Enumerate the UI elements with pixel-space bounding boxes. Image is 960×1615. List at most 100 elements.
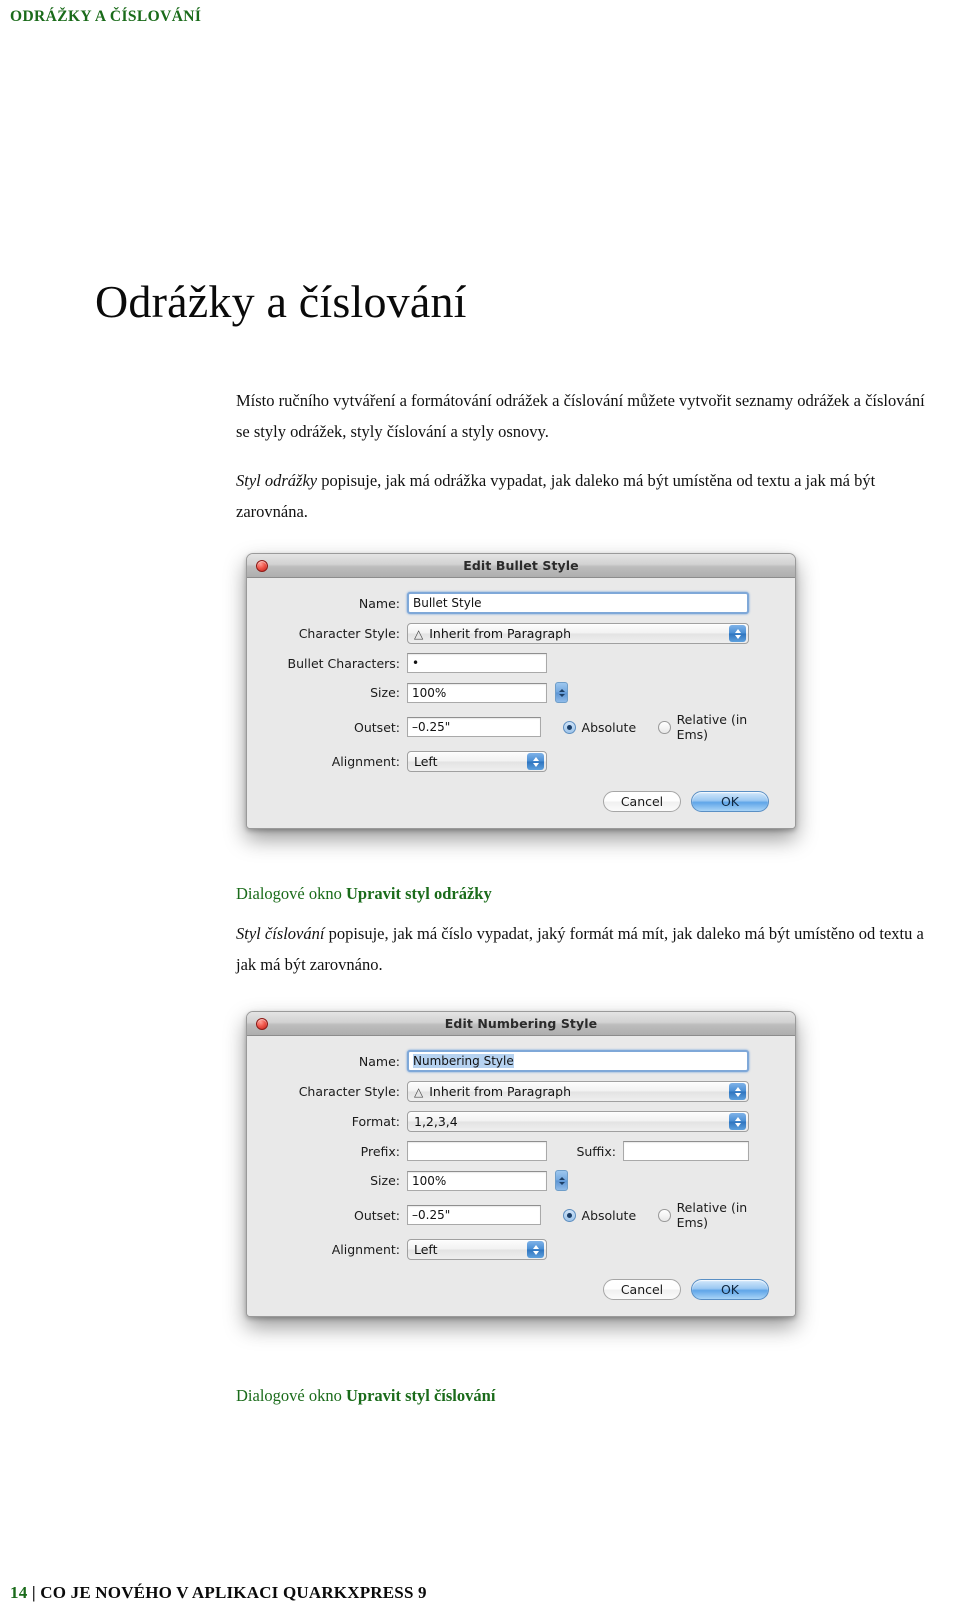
- edit-numbering-style-dialog[interactable]: Edit Numbering Style Name: Numbering Sty…: [246, 1011, 796, 1317]
- footer-page-number: 14: [10, 1583, 28, 1602]
- caption-bullet-prefix: Dialogové okno: [236, 884, 346, 903]
- alignment-row: Alignment: Left: [257, 751, 777, 772]
- edit-bullet-style-dialog[interactable]: Edit Bullet Style Name: Bullet Style Cha…: [246, 553, 796, 829]
- close-window-icon[interactable]: [256, 560, 268, 572]
- footer-separator: |: [31, 1583, 36, 1602]
- prefix-input[interactable]: [407, 1141, 547, 1161]
- alignment-value: Left: [414, 1242, 438, 1257]
- bullet-characters-value: •: [412, 656, 420, 670]
- cancel-button[interactable]: Cancel: [603, 1279, 681, 1300]
- size-label: Size:: [370, 685, 400, 700]
- ok-button[interactable]: OK: [691, 1279, 769, 1300]
- format-row: Format: 1,2,3,4: [257, 1111, 777, 1132]
- name-input[interactable]: Numbering Style: [407, 1050, 749, 1072]
- relative-radio-option[interactable]: Relative (in Ems): [658, 712, 777, 742]
- outset-input[interactable]: –0.25": [407, 1205, 541, 1225]
- absolute-radio-option[interactable]: Absolute: [562, 1207, 637, 1223]
- close-window-icon[interactable]: [256, 1018, 268, 1030]
- body-content: Místo ručního vytváření a formátování od…: [236, 385, 936, 545]
- size-input[interactable]: 100%: [407, 682, 547, 703]
- relative-radio-label: Relative (in Ems): [676, 1200, 748, 1230]
- size-row: Size: 100%: [257, 1170, 777, 1191]
- relative-radio-label: Relative (in Ems): [676, 712, 748, 742]
- name-label: Name:: [358, 1053, 400, 1069]
- ok-button[interactable]: OK: [691, 791, 769, 812]
- outset-row: Outset: –0.25" Absolute Relative (in Ems…: [257, 1200, 777, 1230]
- outset-label: Outset:: [354, 1207, 400, 1223]
- character-style-label: Character Style:: [298, 1084, 400, 1099]
- chevron-updown-icon[interactable]: [729, 1083, 746, 1100]
- paragraph-intro-line1: Místo ručního vytváření a formátování od…: [236, 391, 861, 410]
- suffix-label: Suffix:: [576, 1143, 616, 1159]
- format-select[interactable]: 1,2,3,4: [407, 1111, 749, 1132]
- dialog-body: Name: Numbering Style Character Style: △…: [247, 1036, 795, 1316]
- dialog-button-row: Cancel OK: [257, 1269, 777, 1304]
- chevron-updown-icon[interactable]: [527, 753, 544, 770]
- alignment-value: Left: [414, 754, 438, 769]
- size-stepper[interactable]: [555, 682, 568, 703]
- absolute-radio-icon[interactable]: [562, 720, 576, 734]
- prefix-suffix-row: Prefix: Suffix:: [257, 1141, 777, 1161]
- size-row: Size: 100%: [257, 682, 777, 703]
- chevron-updown-icon[interactable]: [729, 625, 746, 642]
- absolute-radio-label: Absolute: [581, 1207, 637, 1223]
- name-input[interactable]: Bullet Style: [407, 592, 749, 614]
- character-style-row: Character Style: △ Inherit from Paragrap…: [257, 623, 777, 644]
- format-label: Format:: [351, 1114, 400, 1129]
- absolute-radio-label: Absolute: [581, 719, 637, 735]
- name-row: Name: Numbering Style: [257, 1050, 777, 1072]
- outset-label: Outset:: [354, 719, 400, 735]
- name-label: Name:: [358, 595, 400, 611]
- term-styl-odrazky: Styl odrážky: [236, 471, 318, 490]
- bullet-characters-input[interactable]: •: [407, 653, 547, 673]
- alignment-select[interactable]: Left: [407, 1239, 547, 1260]
- body-content-2: Styl číslování popisuje, jak má číslo vy…: [236, 918, 936, 980]
- outset-input[interactable]: –0.25": [407, 717, 541, 737]
- character-style-select[interactable]: △ Inherit from Paragraph: [407, 623, 749, 644]
- caption-bullet-dialog: Dialogové okno Upravit styl odrážky: [236, 881, 492, 907]
- character-style-value: Inherit from Paragraph: [429, 1084, 572, 1099]
- paragraph-bullet-style: Styl odrážky popisuje, jak má odrážka vy…: [236, 465, 936, 527]
- caption-numbering-prefix: Dialogové okno: [236, 1386, 346, 1405]
- alignment-row: Alignment: Left: [257, 1239, 777, 1260]
- chevron-updown-icon[interactable]: [527, 1241, 544, 1258]
- size-stepper[interactable]: [555, 1170, 568, 1191]
- relative-radio-icon[interactable]: [658, 720, 671, 734]
- dialog-titlebar[interactable]: Edit Bullet Style: [247, 554, 795, 578]
- absolute-radio-icon[interactable]: [562, 1208, 576, 1222]
- dialog-title: Edit Bullet Style: [463, 558, 579, 573]
- dialog-title: Edit Numbering Style: [444, 1016, 598, 1031]
- caption-numbering-dialog: Dialogové okno Upravit styl číslování: [236, 1383, 495, 1409]
- character-style-select[interactable]: △ Inherit from Paragraph: [407, 1081, 749, 1102]
- absolute-radio-option[interactable]: Absolute: [562, 719, 637, 735]
- character-style-value: Inherit from Paragraph: [429, 626, 572, 641]
- character-style-row: Character Style: △ Inherit from Paragrap…: [257, 1081, 777, 1102]
- dialog-button-row: Cancel OK: [257, 781, 777, 816]
- bullet-characters-label: Bullet Characters:: [287, 655, 400, 671]
- dialog-body: Name: Bullet Style Character Style: △ In…: [247, 578, 795, 828]
- running-head: ODRÁŽKY A ČÍSLOVÁNÍ: [10, 8, 202, 25]
- size-input[interactable]: 100%: [407, 1170, 547, 1191]
- alignment-select[interactable]: Left: [407, 751, 547, 772]
- name-row: Name: Bullet Style: [257, 592, 777, 614]
- size-label: Size:: [370, 1173, 400, 1188]
- footer-title: CO JE NOVÉHO V APLIKACI QUARKXPRESS 9: [40, 1583, 427, 1602]
- character-style-icon: △: [414, 626, 424, 641]
- chevron-updown-icon[interactable]: [729, 1113, 746, 1130]
- outset-value: –0.25": [412, 1208, 451, 1222]
- relative-radio-option[interactable]: Relative (in Ems): [658, 1200, 777, 1230]
- caption-numbering-bold: Upravit styl číslování: [345, 1386, 496, 1405]
- name-input-value: Bullet Style: [413, 596, 482, 610]
- suffix-input[interactable]: [623, 1141, 749, 1161]
- size-value: 100%: [412, 1173, 447, 1188]
- cancel-button[interactable]: Cancel: [603, 791, 681, 812]
- page-footer: 14 | CO JE NOVÉHO V APLIKACI QUARKXPRESS…: [10, 1583, 427, 1603]
- caption-bullet-bold: Upravit styl odrážky: [345, 884, 492, 903]
- alignment-label: Alignment:: [331, 1242, 400, 1257]
- character-style-label: Character Style:: [298, 626, 400, 641]
- relative-radio-icon[interactable]: [658, 1208, 671, 1222]
- paragraph-numbering-style: Styl číslování popisuje, jak má číslo vy…: [236, 918, 936, 980]
- paragraph-bullet-style-rest: popisuje, jak má odrážka vypadat, jak da…: [236, 471, 876, 521]
- dialog-titlebar[interactable]: Edit Numbering Style: [247, 1012, 795, 1036]
- prefix-label: Prefix:: [360, 1143, 400, 1159]
